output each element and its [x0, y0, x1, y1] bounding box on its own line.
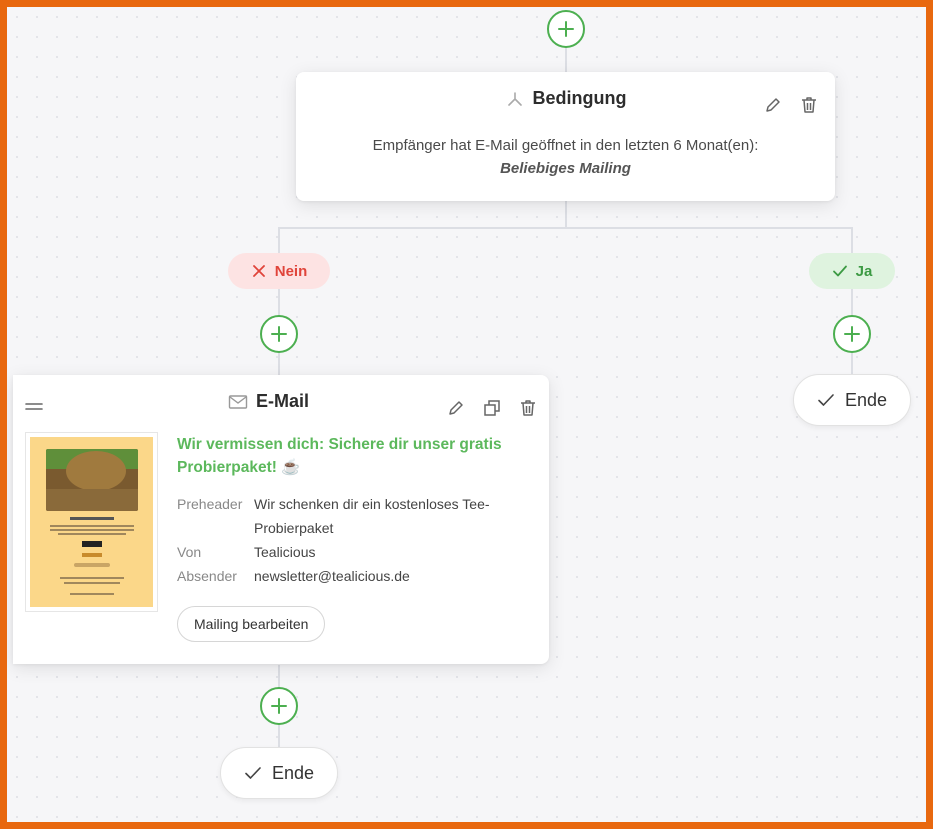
connector-line — [851, 227, 853, 253]
pencil-icon — [766, 98, 780, 112]
connector-line — [278, 353, 280, 377]
add-step-button[interactable] — [547, 10, 585, 48]
drag-handle-icon — [25, 403, 43, 410]
from-label: Von — [177, 544, 202, 560]
plus-icon — [844, 326, 860, 342]
add-step-button-after-email[interactable] — [260, 687, 298, 725]
preheader-row: Preheader Wir schenken dir ein kostenlos… — [177, 492, 527, 540]
email-header: E-Mail — [228, 391, 309, 412]
preheader-value: Wir schenken dir ein kostenloses Tee-Pro… — [254, 496, 490, 536]
trash-icon — [521, 400, 535, 416]
end-node-yes[interactable]: Ende — [793, 374, 911, 426]
workflow-canvas: Bedingung Empfänger hat E-Mail geöffnet … — [0, 0, 933, 829]
branch-yes-label: Ja — [809, 253, 895, 289]
preheader-label: Preheader — [177, 496, 243, 512]
connector-line — [851, 353, 853, 375]
plus-icon — [271, 326, 287, 342]
delete-email-button[interactable] — [517, 397, 539, 419]
check-icon — [818, 394, 834, 406]
connector-line — [278, 725, 280, 749]
email-preview-thumbnail[interactable] — [25, 432, 158, 612]
sender-label: Absender — [177, 568, 237, 584]
envelope-icon — [228, 394, 248, 409]
plus-icon — [558, 21, 574, 37]
pencil-icon — [449, 401, 463, 415]
sender-row: Absender newsletter@tealicious.de — [177, 564, 527, 588]
trash-icon — [802, 97, 816, 113]
close-icon — [252, 265, 265, 277]
email-card[interactable]: E-Mail Wir vermissen dich: Sichere dir u… — [13, 375, 549, 664]
condition-emphasis: Beliebiges Mailing — [500, 160, 631, 177]
branch-no-label: Nein — [228, 253, 330, 289]
from-value: Tealicious — [254, 544, 316, 560]
edit-condition-button[interactable] — [762, 94, 784, 116]
copy-icon — [484, 400, 500, 416]
email-subject: Wir vermissen dich: Sichere dir unser gr… — [177, 436, 502, 476]
connector-line — [565, 201, 567, 229]
from-row: Von Tealicious — [177, 540, 527, 564]
check-icon — [832, 265, 847, 277]
condition-header: Bedingung — [296, 88, 835, 109]
email-title: E-Mail — [256, 391, 310, 411]
condition-text: Empfänger hat E-Mail geöffnet in den let… — [372, 137, 759, 154]
condition-card[interactable]: Bedingung Empfänger hat E-Mail geöffnet … — [296, 72, 835, 201]
email-preview-image — [30, 437, 153, 607]
drag-handle[interactable] — [23, 396, 45, 418]
add-step-button-no[interactable] — [260, 315, 298, 353]
edit-mailing-button[interactable]: Mailing bearbeiten — [177, 606, 326, 642]
end-node-no[interactable]: Ende — [220, 747, 338, 799]
branch-icon — [507, 91, 522, 106]
sender-value: newsletter@tealicious.de — [254, 568, 410, 584]
connector-line — [278, 227, 853, 229]
duplicate-email-button[interactable] — [481, 397, 503, 419]
edit-email-button[interactable] — [445, 397, 467, 419]
add-step-button-yes[interactable] — [833, 315, 871, 353]
condition-title: Bedingung — [532, 88, 627, 108]
delete-condition-button[interactable] — [798, 94, 820, 116]
connector-line — [278, 665, 280, 689]
connector-line — [278, 227, 280, 253]
check-icon — [245, 767, 261, 779]
plus-icon — [271, 698, 287, 714]
condition-description: Empfänger hat E-Mail geöffnet in den let… — [296, 134, 835, 180]
